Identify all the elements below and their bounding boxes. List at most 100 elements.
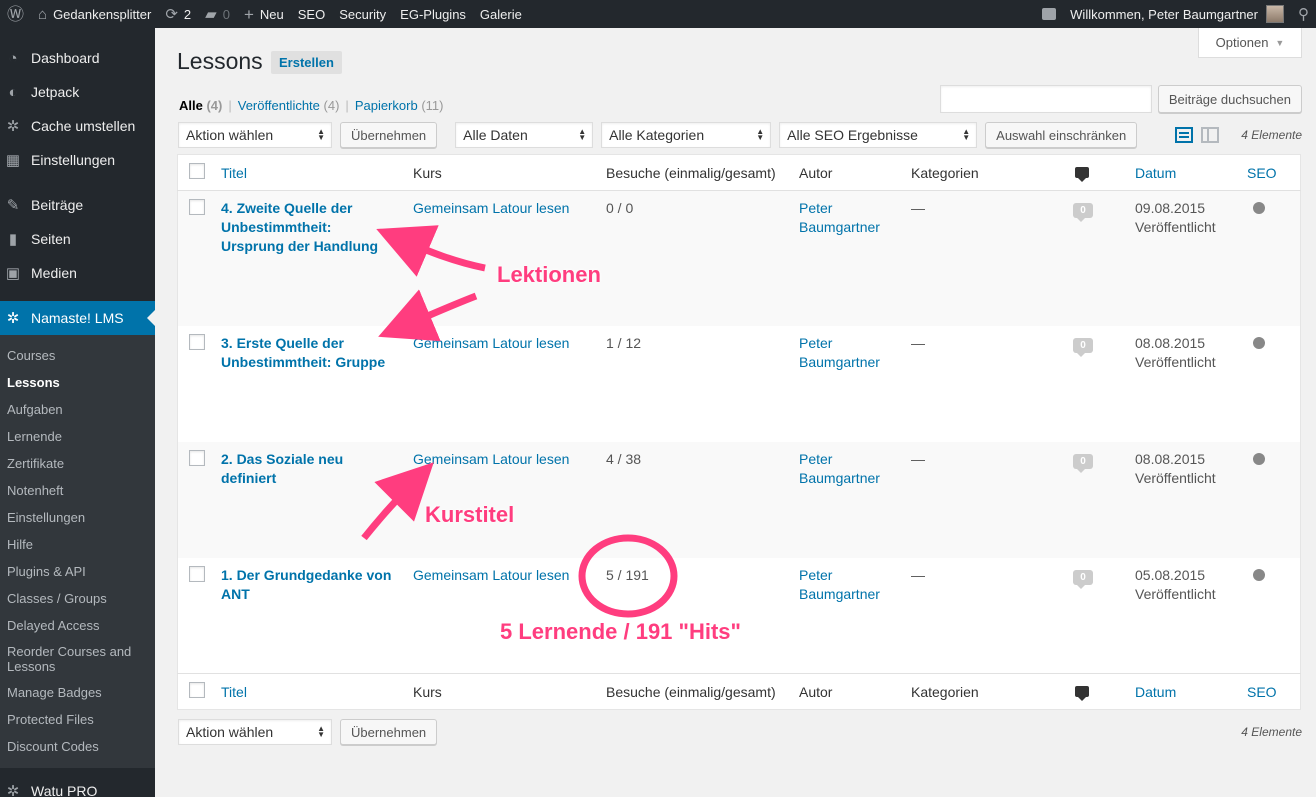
comment-count-bubble[interactable]: 0 [1073,453,1093,473]
admin-sidebar: ◔ Dashboard ◐ Jetpack ✲ Cache umstellen ▦ Ei… [0,28,155,797]
lesson-title-link[interactable]: 2. Das Soziale neu definiert [221,450,397,488]
sidebar-item-dashboard[interactable]: ◔ Dashboard [0,41,155,75]
select-arrows-icon: ▲ ▼ [317,127,325,142]
new-content-link[interactable]: + Neu [237,0,291,28]
course-link[interactable]: Gemeinsam Latour lesen [413,335,569,351]
column-date-sort[interactable]: Datum [1135,165,1176,181]
visits-value: 0 / 0 [606,200,634,216]
column-seo-sort[interactable]: SEO [1247,684,1277,700]
course-link[interactable]: Gemeinsam Latour lesen [413,451,569,467]
bulk-action-select[interactable]: Aktion wählen ▲ ▼ [178,719,332,745]
select-arrows-icon: ▲ ▼ [962,127,971,142]
submenu-item-notenheft[interactable]: Notenheft [0,477,155,504]
screen-options-button[interactable]: Optionen ▼ [1198,28,1302,58]
updates-link[interactable]: ⟳ 2 [158,0,198,28]
plus-icon: + [243,4,254,24]
author-link[interactable]: Peter Baumgartner [799,335,880,370]
column-title-sort[interactable]: Titel [221,165,247,181]
lesson-title-link[interactable]: 4. Zweite Quelle der Unbestimmtheit: Urs… [221,199,397,256]
table-header-row: Titel Kurs Besuche (einmalig/gesamt) Aut… [177,154,1301,191]
gallery-menu[interactable]: Galerie [473,0,529,28]
seo-menu[interactable]: SEO [291,0,332,28]
filter-trash[interactable]: Papierkorb (11) [355,98,444,113]
add-new-button[interactable]: Erstellen [271,51,342,74]
eg-plugins-menu[interactable]: EG-Plugins [393,0,473,28]
sidebar-item-medien[interactable]: ▣ Medien [0,256,155,290]
date-filter-select[interactable]: Alle Daten ▲ ▼ [455,122,594,148]
column-categories: Kategorien [903,673,1061,710]
seo-filter-select[interactable]: Alle SEO Ergebnisse ▲ ▼ [779,122,978,148]
select-arrows-icon: ▲ ▼ [756,127,765,142]
select-all-checkbox[interactable] [189,682,205,698]
bulk-action-select[interactable]: Aktion wählen ▲ ▼ [178,122,332,148]
lesson-title-link[interactable]: 1. Der Grundgedanke von ANT [221,566,397,604]
column-title-sort[interactable]: Titel [221,684,247,700]
account-menu[interactable]: Willkommen, Peter Baumgartner [1063,0,1291,28]
submenu-item-plugins-api[interactable]: Plugins & API [0,558,155,585]
comments-link[interactable]: ▰ 0 [198,0,237,28]
submenu-item-classes-groups[interactable]: Classes / Groups [0,585,155,612]
select-arrows-icon: ▲ ▼ [317,724,325,739]
search-input[interactable] [939,85,1152,113]
submenu-item-courses[interactable]: Courses [0,342,155,369]
sidebar-item-einstellungen[interactable]: ▦ Einstellungen [0,143,155,177]
column-date-sort[interactable]: Datum [1135,684,1176,700]
filter-button[interactable]: Auswahl einschränken [985,122,1138,148]
course-link[interactable]: Gemeinsam Latour lesen [413,200,569,216]
author-link[interactable]: Peter Baumgartner [799,567,880,602]
submenu-item-badges[interactable]: Manage Badges [0,679,155,706]
lesson-title-link[interactable]: 3. Erste Quelle der Unbestimmtheit: Grup… [221,334,397,372]
main-content: Optionen ▼ Lessons Erstellen Alle (4) | Ver… [155,28,1316,797]
row-checkbox[interactable] [189,199,205,215]
submenu-item-delayed-access[interactable]: Delayed Access [0,612,155,639]
submenu-item-aufgaben[interactable]: Aufgaben [0,396,155,423]
sidebar-item-seiten[interactable]: ▮ Seiten [0,222,155,256]
excerpt-view-icon[interactable] [1201,127,1220,143]
sidebar-item-jetpack[interactable]: ◐ Jetpack [0,75,155,109]
submenu-item-lernende[interactable]: Lernende [0,423,155,450]
search-box: Beiträge duchsuchen [939,85,1302,113]
filter-all[interactable]: Alle (4) [179,98,222,113]
categories-value: — [911,200,925,216]
sidebar-item-watu-pro[interactable]: ✲ Watu PRO [0,774,155,797]
comment-count-bubble[interactable]: 0 [1073,337,1093,357]
search-button[interactable]: Beiträge duchsuchen [1157,85,1302,113]
table-row: 3. Erste Quelle der Unbestimmtheit: Grup… [178,326,1301,442]
site-name-link[interactable]: ⌂ Gedankensplitter [31,0,158,28]
author-link[interactable]: Peter Baumgartner [799,200,880,235]
wordpress-logo-icon[interactable]: Ⓦ [0,0,31,28]
submenu-item-einstellungen[interactable]: Einstellungen [0,504,155,531]
sidebar-item-cache[interactable]: ✲ Cache umstellen [0,109,155,143]
apply-button[interactable]: Übernehmen [340,719,438,745]
sidebar-item-beitraege[interactable]: ✎ Beiträge [0,188,155,222]
category-filter-select[interactable]: Alle Kategorien ▲ ▼ [601,122,772,148]
list-view-icon[interactable] [1175,127,1194,143]
status-value: Veröffentlicht [1135,469,1216,486]
submenu-item-lessons[interactable]: Lessons [0,369,155,396]
row-checkbox[interactable] [189,449,205,466]
row-checkbox[interactable] [189,333,205,350]
author-link[interactable]: Peter Baumgartner [799,451,880,486]
course-link[interactable]: Gemeinsam Latour lesen [413,567,569,583]
submenu-item-protected-files[interactable]: Protected Files [0,706,155,733]
comment-count-bubble[interactable]: 0 [1073,203,1093,222]
column-visits: Besuche (einmalig/gesamt) [598,154,791,191]
select-all-checkbox[interactable] [189,163,205,179]
sidebar-item-namaste-lms[interactable]: ✲ Namaste! LMS [0,301,155,335]
submenu-item-hilfe[interactable]: Hilfe [0,531,155,558]
row-checkbox[interactable] [189,565,205,582]
notification-icon[interactable] [1035,0,1063,28]
comment-count-bubble[interactable]: 0 [1073,569,1093,589]
pages-icon: ▮ [8,231,18,248]
seo-status-dot [1253,202,1265,214]
column-seo-sort[interactable]: SEO [1247,165,1277,181]
submenu-item-discount-codes[interactable]: Discount Codes [0,733,155,760]
categories-value: — [911,450,925,467]
apply-button[interactable]: Übernehmen [340,122,438,148]
submenu-item-reorder[interactable]: Reorder Courses and Lessons [0,639,155,679]
date-value: 08.08.2015 [1135,334,1206,351]
submenu-item-zertifikate[interactable]: Zertifikate [0,450,155,477]
security-menu[interactable]: Security [332,0,393,28]
search-icon[interactable]: ⚲ [1291,0,1316,28]
filter-published[interactable]: Veröffentlichte (4) [238,98,340,113]
